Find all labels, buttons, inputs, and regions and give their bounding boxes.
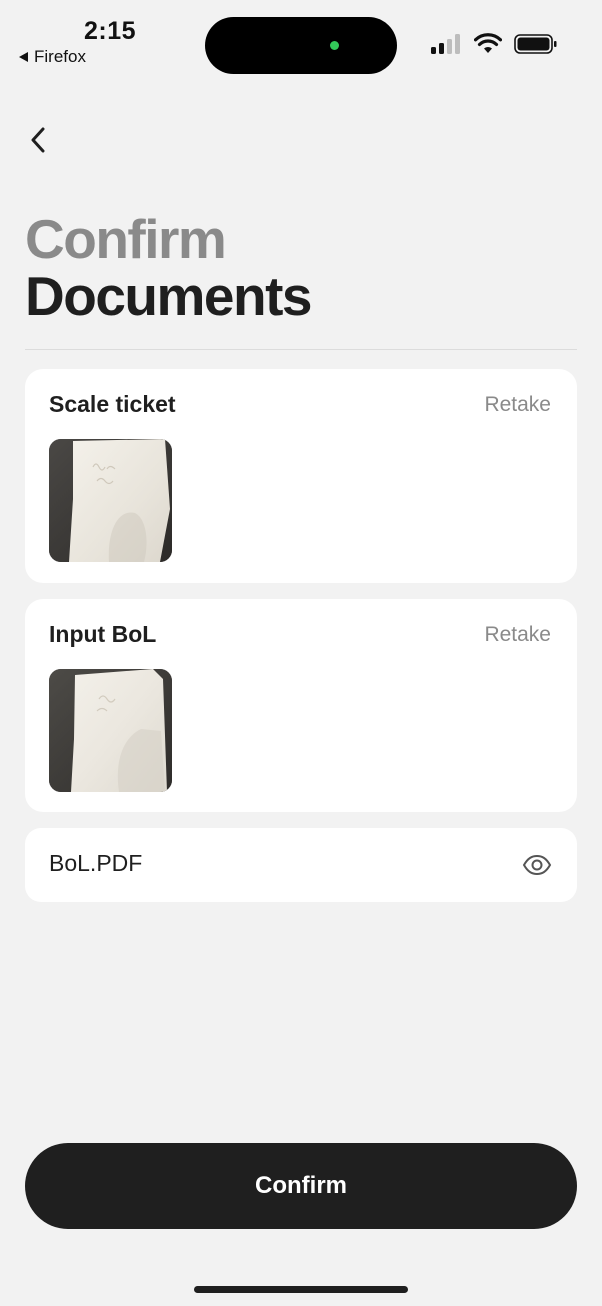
document-thumbnail[interactable] <box>49 669 172 792</box>
title-divider <box>25 349 577 350</box>
document-card-scale-ticket: Scale ticket Retake <box>25 369 577 583</box>
document-title: Input BoL <box>49 621 157 647</box>
attachment-row[interactable]: BoL.PDF <box>25 828 577 902</box>
wifi-icon <box>474 33 502 53</box>
back-triangle-icon <box>19 52 28 62</box>
cellular-signal-icon <box>431 34 460 54</box>
back-button[interactable] <box>18 120 58 160</box>
document-title: Scale ticket <box>49 391 176 417</box>
return-app-label: Firefox <box>34 47 86 66</box>
page-title: Documents <box>25 265 313 327</box>
chevron-left-icon <box>31 127 45 153</box>
document-thumbnail[interactable] <box>49 439 172 562</box>
confirm-documents-screen: 2:15 Firefox Confirm Documents Scale tic… <box>0 0 602 1306</box>
return-to-app-link[interactable]: Firefox <box>19 47 86 67</box>
scale-ticket-photo <box>49 439 172 562</box>
retake-button[interactable]: Retake <box>484 623 551 647</box>
attachment-file-name: BoL.PDF <box>49 850 143 876</box>
dynamic-island <box>205 17 397 74</box>
battery-icon <box>514 34 557 54</box>
bol-photo <box>49 669 172 792</box>
status-time: 2:15 <box>84 17 137 45</box>
camera-indicator-icon <box>330 41 339 50</box>
document-card-input-bol: Input BoL Retake <box>25 599 577 812</box>
retake-button[interactable]: Retake <box>484 393 551 417</box>
status-icons <box>430 33 558 55</box>
eye-icon[interactable] <box>521 850 553 880</box>
confirm-button[interactable]: Confirm <box>25 1143 577 1229</box>
home-indicator[interactable] <box>194 1286 408 1293</box>
